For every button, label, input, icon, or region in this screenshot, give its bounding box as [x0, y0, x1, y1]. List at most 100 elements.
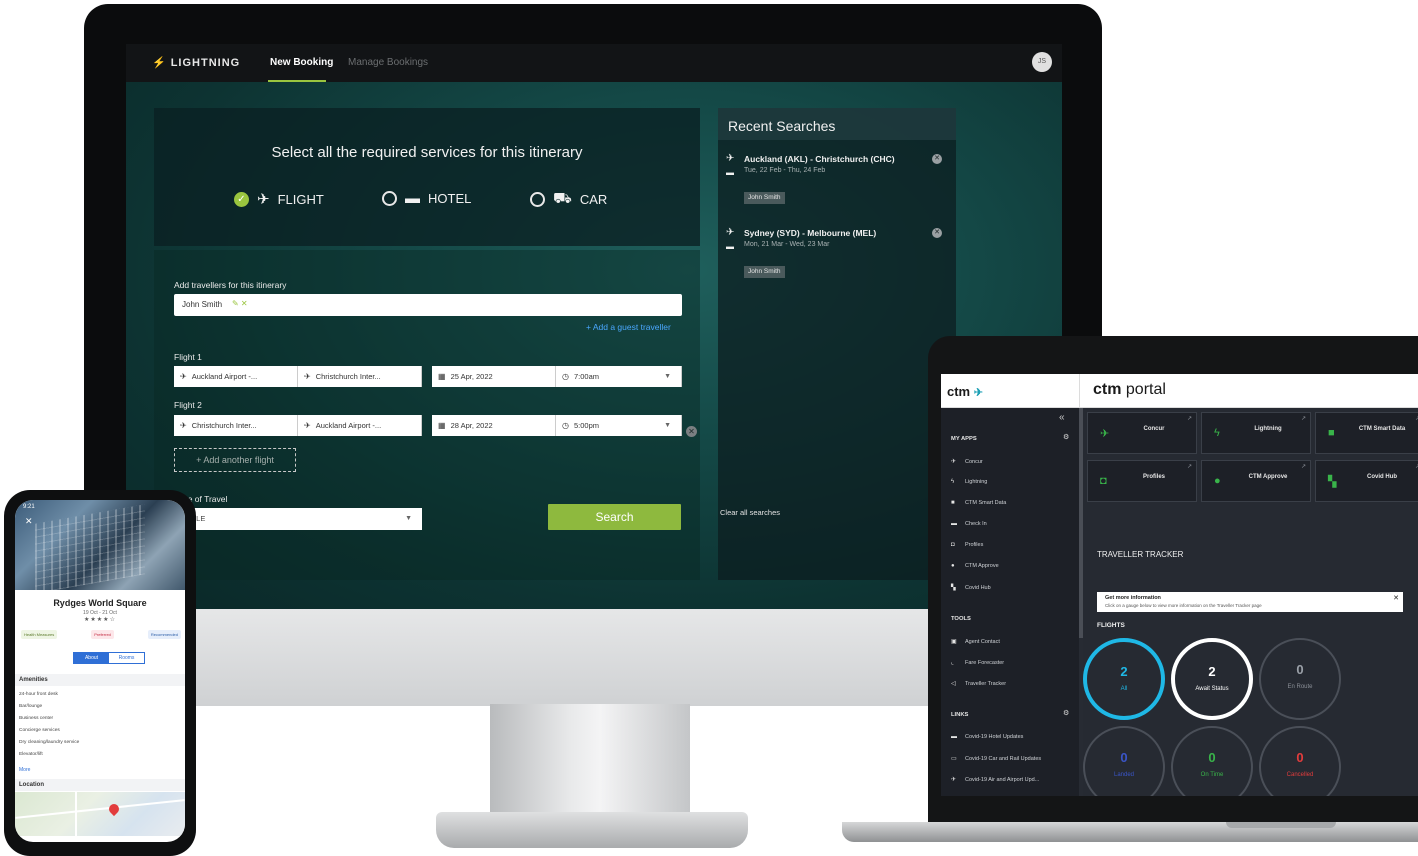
bed-icon: ▬	[951, 734, 957, 740]
app-tile-concur[interactable]: ✈ Concur ↗	[1087, 412, 1197, 454]
gauge-en-route[interactable]: 0 En Route	[1259, 638, 1341, 720]
list-item: Elevator/lift	[19, 752, 43, 757]
sidebar-item-profiles[interactable]: ◘ Profiles	[951, 542, 983, 548]
phone-frame: 9:21 ✕ Rydges World Square 19 Oct - 21 O…	[4, 490, 196, 856]
add-guest-traveller-link[interactable]: + Add a guest traveller	[586, 322, 671, 332]
bed-icon: ▬	[726, 242, 734, 251]
collapse-sidebar-icon[interactable]: «	[1059, 412, 1065, 423]
traveller-chip: John Smith	[744, 192, 785, 204]
tag-health-measures[interactable]: Health Measures	[21, 630, 58, 639]
ctm-logo[interactable]: ctm ✈	[947, 384, 983, 399]
portal-sidebar: « MY APPS ⚙ ✈ Concur ϟ Lightning ■ CTM Smar…	[941, 408, 1079, 796]
close-icon[interactable]: ✕	[932, 154, 942, 164]
info-banner: Get more information Click on a gauge be…	[1097, 592, 1403, 612]
service-hotel-option[interactable]: ▬ HOTEL	[382, 190, 471, 207]
clock-icon: ◷	[562, 421, 569, 430]
gear-icon[interactable]: ⚙	[1063, 433, 1069, 441]
close-icon[interactable]: ✕	[1393, 594, 1399, 602]
sidebar-item-traveller-tracker[interactable]: ◁ Traveller Tracker	[951, 680, 1006, 687]
sidebar-item-concur[interactable]: ✈ Concur	[951, 458, 983, 465]
flight-1-date[interactable]: ▦ 25 Apr, 2022	[432, 366, 556, 387]
close-icon[interactable]: ✕	[25, 516, 33, 527]
sidebar-item-fare-forecaster[interactable]: ⌞ Fare Forecaster	[951, 659, 1004, 666]
tools-heading: TOOLS	[951, 616, 971, 622]
active-tab-indicator	[268, 80, 326, 82]
service-flight-option[interactable]: ✓ ✈ FLIGHT	[234, 190, 324, 208]
clear-all-searches-link[interactable]: Clear all searches	[720, 508, 780, 517]
list-item: Bar/lounge	[19, 704, 43, 709]
map-road	[75, 792, 77, 836]
search-button[interactable]: Search	[548, 504, 681, 530]
gauge-cancelled[interactable]: 0 Cancelled	[1259, 726, 1341, 796]
flight-2-date[interactable]: ▦ 28 Apr, 2022	[432, 415, 556, 436]
external-link-icon: ↗	[1300, 416, 1306, 422]
flight-2-to[interactable]: ✈ Auckland Airport -...	[298, 415, 422, 436]
tab-rooms[interactable]: Rooms	[109, 653, 144, 663]
gauge-all[interactable]: 2 All	[1083, 638, 1165, 720]
flight-1-time[interactable]: ◷ 7:00am ▼	[556, 366, 682, 387]
more-link[interactable]: More	[19, 767, 30, 773]
tab-manage-bookings[interactable]: Manage Bookings	[348, 57, 428, 68]
app-tile-approve[interactable]: ● CTM Approve ↗	[1201, 460, 1311, 502]
list-item: 24-hour front desk	[19, 692, 58, 697]
tab-about[interactable]: About	[74, 653, 109, 663]
sidebar-item-approve[interactable]: ● CTM Approve	[951, 563, 999, 569]
tag-preferred[interactable]: Preferred	[91, 630, 114, 639]
close-icon[interactable]: ✕	[932, 228, 942, 238]
recent-searches-title: Recent Searches	[728, 118, 836, 134]
service-car-option[interactable]: ⛟ CAR	[530, 190, 607, 209]
sidebar-link-hotel-updates[interactable]: ▬ Covid-19 Hotel Updates	[951, 734, 1023, 740]
car-icon: ▭	[951, 756, 957, 762]
sidebar-link-car-rail-updates[interactable]: ▭ Covid-19 Car and Rail Updates	[951, 755, 1041, 762]
check-icon: ✓	[234, 191, 249, 207]
traveller-input[interactable]: John Smith ✎ ✕	[174, 294, 682, 316]
app-tile-lightning[interactable]: ϟ Lightning ↗	[1201, 412, 1311, 454]
app-tile-profiles[interactable]: ◘ Profiles ↗	[1087, 460, 1197, 502]
flight-2-time[interactable]: ◷ 5:00pm ▼	[556, 415, 682, 436]
tracker-icon: ◁	[951, 681, 956, 687]
flight-1-to[interactable]: ✈ Christchurch Inter...	[298, 366, 422, 387]
add-another-flight-button[interactable]: + Add another flight	[174, 448, 296, 472]
desktop-screen: ⚡ LIGHTNING New Booking Manage Bookings J…	[126, 44, 1062, 609]
flight-1-label: Flight 1	[174, 352, 202, 362]
sidebar-item-check-in[interactable]: ▬ Check In	[951, 521, 987, 527]
links-heading: LINKS	[951, 712, 969, 718]
add-person-icon: +	[586, 322, 593, 332]
tag-recommended[interactable]: Recommended	[147, 630, 181, 639]
sidebar-item-agent-contact[interactable]: ▣ Agent Contact	[951, 638, 1000, 645]
map-pin-icon	[106, 801, 122, 817]
gauge-landed[interactable]: 0 Landed	[1083, 726, 1165, 796]
gauge-await-status[interactable]: 2 Await Status	[1171, 638, 1253, 720]
avatar[interactable]: JS	[1032, 52, 1052, 72]
ctm-portal-screen: ctm ✈ ctm portal « MY APPS ⚙ ✈ Concur ϟ Li…	[941, 374, 1418, 796]
location-heading: Location	[15, 779, 185, 791]
remove-flight-icon[interactable]: ✕	[686, 426, 697, 437]
flight-1-from[interactable]: ✈ Auckland Airport -...	[174, 366, 298, 387]
recent-searches-panel: Recent Searches ✈ ▬ Auckland (AKL) - Chr…	[718, 108, 956, 580]
sidebar-link-air-airport-updates[interactable]: ✈ Covid-19 Air and Airport Upd...	[951, 776, 1039, 783]
sidebar-item-covid-hub[interactable]: ▚ Covid Hub	[951, 584, 991, 591]
traveller-chip: John Smith	[182, 300, 223, 309]
sidebar-item-smart-data[interactable]: ■ CTM Smart Data	[951, 500, 1006, 506]
chevron-down-icon: ▼	[405, 515, 412, 522]
bolt-icon: ϟ	[951, 479, 955, 485]
services-panel: Select all the required services for thi…	[154, 108, 700, 246]
flight-2-from[interactable]: ✈ Christchurch Inter...	[174, 415, 298, 436]
gauge-on-time[interactable]: 0 On Time	[1171, 726, 1253, 796]
location-map[interactable]	[15, 792, 185, 836]
gear-icon[interactable]: ⚙	[1063, 709, 1069, 717]
profile-icon: ◘	[951, 542, 955, 548]
traveller-chip: John Smith	[744, 266, 785, 278]
edit-remove-icons[interactable]: ✎ ✕	[232, 299, 248, 308]
chevron-down-icon: ▼	[664, 422, 671, 429]
app-tile-smart-data[interactable]: ■ CTM Smart Data ↗	[1315, 412, 1418, 454]
tab-new-booking[interactable]: New Booking	[270, 57, 333, 68]
lightning-logo[interactable]: ⚡ LIGHTNING	[152, 56, 240, 69]
type-of-travel-select[interactable]: LABLE▼	[174, 508, 422, 530]
plane-icon: ✈	[726, 153, 735, 164]
about-rooms-toggle: About Rooms	[73, 652, 145, 664]
list-item: Dry cleaning/laundry service	[19, 740, 80, 745]
sidebar-item-lightning[interactable]: ϟ Lightning	[951, 479, 987, 485]
plane-icon: ✈	[257, 191, 270, 208]
app-tile-covid-hub[interactable]: ▚ Covid Hub ↗	[1315, 460, 1418, 502]
